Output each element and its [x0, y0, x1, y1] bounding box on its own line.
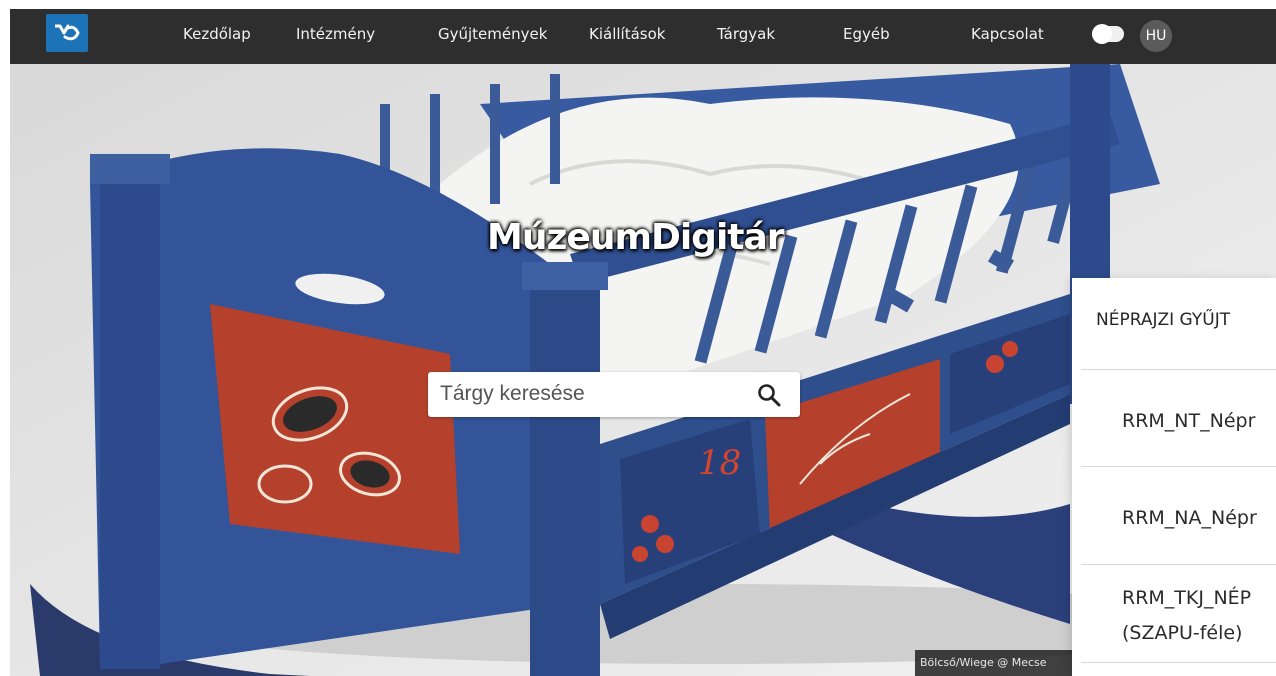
nav-link-kezdolap[interactable]: Kezdőlap [183, 9, 251, 59]
toggle-knob [1092, 24, 1112, 44]
nav-link-intezmeny[interactable]: Intézmény [296, 9, 375, 59]
nav-link-targyak[interactable]: Tárgyak [717, 9, 775, 59]
nav-link-egyeb[interactable]: Egyéb [843, 9, 890, 59]
panel-heading: NÉPRAJZI GYŰJT [1096, 310, 1231, 330]
collections-panel: NÉPRAJZI GYŰJT RRM_NT_Népr RRM_NA_Népr R… [1072, 278, 1276, 676]
collection-item[interactable]: RRM_TKJ_NÉP [1122, 587, 1251, 609]
divider [1081, 369, 1276, 370]
nav-link-kiallitasok[interactable]: Kiállítások [589, 9, 665, 59]
image-credit: Bölcső/Wiege @ Mecse [915, 650, 1075, 676]
collection-item[interactable]: RRM_NA_Népr [1122, 507, 1257, 529]
divider [1081, 564, 1276, 565]
divider [1081, 662, 1276, 663]
language-selector[interactable]: HU [1140, 20, 1172, 52]
nav-link-gyujtemenyek[interactable]: Gyűjtemények [438, 9, 547, 59]
search-input[interactable] [440, 378, 740, 410]
svg-text:18: 18 [698, 443, 741, 483]
site-title: MúzeumDigitár [487, 217, 785, 258]
nav-link-kapcsolat[interactable]: Kapcsolat [971, 9, 1044, 59]
theme-toggle[interactable] [1092, 24, 1124, 44]
site-logo-icon[interactable] [46, 14, 88, 52]
divider [1081, 466, 1276, 467]
search-icon[interactable] [753, 379, 785, 411]
collection-item[interactable]: RRM_NT_Népr [1122, 410, 1255, 432]
collection-item-subtitle[interactable]: (SZAPU-féle) [1122, 622, 1242, 644]
top-navbar: Kezdőlap Intézmény Gyűjtemények Kiállítá… [10, 9, 1276, 64]
search-bar [428, 372, 800, 417]
